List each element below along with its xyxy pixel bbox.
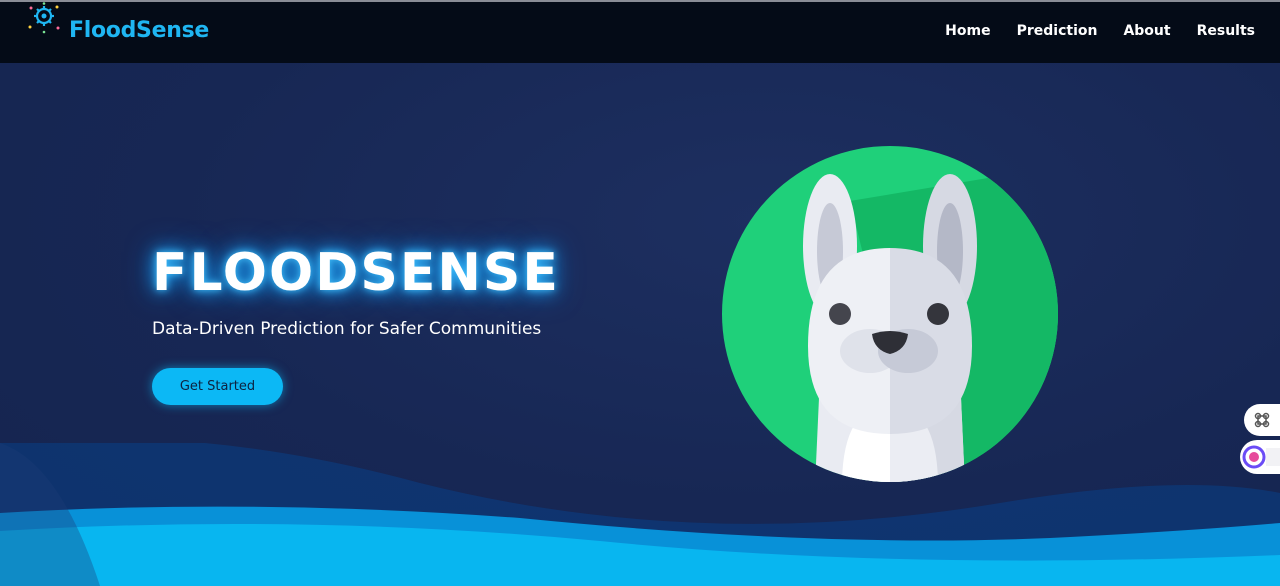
bunny-avatar: [720, 146, 1060, 486]
nav-home[interactable]: Home: [945, 23, 990, 39]
navbar: FloodSense Home Prediction About Results: [0, 2, 1280, 63]
get-started-button[interactable]: Get Started: [152, 368, 283, 405]
main-nav: Home Prediction About Results: [919, 23, 1255, 39]
assistant-icon[interactable]: [1240, 440, 1280, 474]
nav-results[interactable]: Results: [1197, 23, 1255, 39]
nav-prediction[interactable]: Prediction: [1017, 23, 1098, 39]
hero-subtitle: Data-Driven Prediction for Safer Communi…: [152, 319, 542, 339]
nav-about[interactable]: About: [1123, 23, 1170, 39]
brand-name[interactable]: FloodSense: [69, 18, 209, 43]
command-icon[interactable]: [1244, 404, 1280, 436]
window-top-border: [0, 0, 1280, 2]
gear-network-icon[interactable]: [27, 2, 61, 34]
hero-section: FLOODSENSE Data-Driven Prediction for Sa…: [0, 63, 1280, 586]
wave-decoration: [0, 443, 1280, 586]
hero-title: FLOODSENSE: [152, 243, 560, 303]
